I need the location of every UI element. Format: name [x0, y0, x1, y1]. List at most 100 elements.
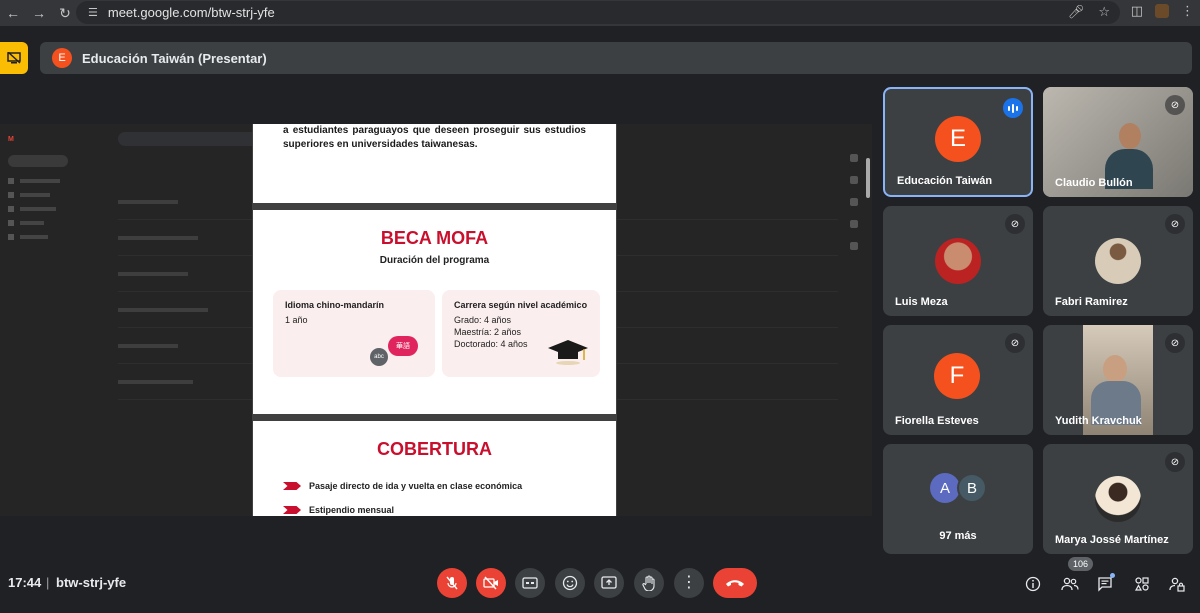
present-off-icon [7, 52, 21, 64]
beca-title: BECA MOFA [380, 228, 489, 248]
shared-screen: M a estudiantes paraguayos que deseen pr… [0, 124, 872, 516]
microphone-icon[interactable]: 🎤︎ [1068, 4, 1085, 20]
gmail-sidebar: M [8, 132, 108, 244]
participant-tile-marya[interactable]: ⊘ Marya Jossé Martínez [1043, 444, 1193, 554]
people-count-badge: 106 [1068, 557, 1094, 571]
cobertura-bullet-2: Estipendio mensual [283, 505, 394, 515]
participant-name: Claudio Bullón [1055, 177, 1133, 189]
mic-off-icon: ⊘ [1005, 214, 1025, 234]
participant-tile-fabri[interactable]: ⊘ Fabri Ramirez [1043, 206, 1193, 316]
mic-off-icon [446, 576, 458, 590]
raise-hand-button[interactable] [634, 568, 664, 598]
presenter-title: Educación Taiwán (Presentar) [82, 50, 267, 66]
participant-tile-luis[interactable]: ⊘ Luis Meza [883, 206, 1033, 316]
camera-toggle-button[interactable] [476, 568, 506, 598]
meeting-clock: 17:44 [8, 575, 42, 590]
meet-control-bar: 17:44 | btw-strj-yfe ⋮ 106 [0, 557, 1200, 613]
presenter-avatar: E [52, 48, 72, 68]
card-carrera-maestria: Maestría: 2 años [454, 327, 522, 337]
forward-arrow-icon[interactable]: → [26, 0, 52, 26]
mic-off-icon: ⊘ [1165, 333, 1185, 353]
camera-off-icon [483, 576, 498, 590]
participant-photo [1095, 238, 1141, 284]
card-idioma: Idioma chino-mandarín 1 año 華語 abc [273, 290, 435, 377]
url-text: meet.google.com/btw-strj-yfe [107, 5, 275, 20]
captions-button[interactable] [515, 568, 545, 598]
end-call-icon [726, 580, 744, 587]
participant-name: Yudith Kravchuk [1055, 415, 1142, 427]
mic-off-icon: ⊘ [1165, 214, 1185, 234]
participant-tile-claudio[interactable]: ⊘ Claudio Bullón [1043, 87, 1193, 197]
participant-name: Marya Jossé Martínez [1055, 534, 1169, 546]
raise-hand-icon [642, 575, 655, 591]
red-arrow-icon [283, 506, 301, 514]
more-avatar-b: B [957, 473, 987, 503]
slide-document: a estudiantes paraguayos que deseen pros… [252, 124, 617, 516]
beca-subtitle: Duración del programa [379, 255, 490, 266]
intro-paragraph: a estudiantes paraguayos que deseen pros… [283, 125, 586, 150]
browser-toolbar: ← → ↻ ☰ meet.google.com/btw-strj-yfe 🎤︎ … [0, 0, 1200, 26]
mic-off-icon: ⊘ [1005, 333, 1025, 353]
more-avatar-a: A [930, 473, 960, 503]
leave-call-button[interactable] [713, 568, 757, 598]
card-idioma-duration: 1 año [285, 315, 308, 325]
slide-beca-mofa: BECA MOFA Duración del programa Idioma c… [253, 210, 616, 414]
side-panel-icon[interactable]: ◫ [1131, 3, 1143, 19]
meeting-details-button[interactable] [1022, 573, 1044, 595]
more-participants-label: 97 más [939, 530, 977, 542]
cobertura-bullet-1: Pasaje directo de ida y vuelta en clase … [283, 481, 522, 491]
host-controls-button[interactable] [1166, 573, 1188, 595]
participant-tile-fiorella[interactable]: F ⊘ Fiorella Esteves [883, 325, 1033, 435]
back-arrow-icon[interactable]: ← [0, 0, 26, 26]
bullet-text-1: Pasaje directo de ida y vuelta en clase … [309, 481, 523, 491]
divider: | [46, 575, 50, 590]
people-button[interactable] [1059, 573, 1081, 595]
activities-icon [1134, 577, 1149, 591]
card-carrera-title: Carrera según nivel académico [454, 300, 588, 310]
meeting-code: btw-strj-yfe [56, 575, 127, 590]
slide-cobertura: COBERTURA Pasaje directo de ida y vuelta… [253, 421, 616, 516]
stop-presenting-button[interactable] [0, 42, 28, 74]
graduation-cap-icon [548, 340, 588, 365]
chat-button[interactable] [1094, 573, 1116, 595]
participant-name: Fabri Ramirez [1055, 296, 1128, 308]
red-arrow-icon [283, 482, 301, 490]
address-bar[interactable]: ☰ meet.google.com/btw-strj-yfe 🎤︎ ☆ [76, 1, 1120, 24]
participant-photo [935, 238, 981, 284]
card-idioma-title: Idioma chino-mandarín [285, 300, 385, 310]
chat-icon [1098, 577, 1112, 592]
mic-off-icon: ⊘ [1165, 95, 1185, 115]
card-carrera-grado: Grado: 4 años [454, 315, 512, 325]
bullet-text-2: Estipendio mensual [309, 505, 395, 515]
present-now-button[interactable] [594, 568, 624, 598]
more-options-button[interactable]: ⋮ [674, 568, 704, 598]
reactions-button[interactable] [555, 568, 585, 598]
extension-icon[interactable] [1155, 4, 1169, 18]
card-carrera: Carrera según nivel académico Grado: 4 a… [442, 290, 600, 377]
info-icon [1025, 576, 1041, 592]
mic-off-icon: ⊘ [1165, 452, 1185, 472]
captions-icon [522, 577, 538, 589]
gmail-right-rail [850, 154, 864, 250]
menu-kebab-icon[interactable]: ⋮ [1181, 3, 1194, 19]
bookmark-star-icon[interactable]: ☆ [1098, 4, 1110, 20]
emoji-icon [562, 575, 578, 591]
site-info-icon[interactable]: ☰ [88, 6, 98, 19]
lock-person-icon [1169, 577, 1185, 592]
participant-name: Educación Taiwán [897, 175, 993, 187]
shared-scrollbar [866, 158, 870, 198]
cobertura-title: COBERTURA [377, 439, 492, 459]
activities-button[interactable] [1131, 573, 1153, 595]
present-icon [601, 576, 617, 589]
slide-intro: a estudiantes paraguayos que deseen pros… [253, 124, 616, 203]
participant-avatar: E [935, 116, 981, 162]
presenter-banner[interactable]: E Educación Taiwán (Presentar) [40, 42, 1192, 74]
person-silhouette [1105, 123, 1153, 189]
participant-name: Fiorella Esteves [895, 415, 979, 427]
participant-tile-more[interactable]: A B 97 más [883, 444, 1033, 554]
participant-tile-yudith[interactable]: ⊘ Yudith Kravchuk [1043, 325, 1193, 435]
reload-icon[interactable]: ↻ [52, 0, 78, 26]
chat-notification-dot [1110, 573, 1115, 578]
participant-tile-educacion[interactable]: E Educación Taiwán [883, 87, 1033, 197]
mic-toggle-button[interactable] [437, 568, 467, 598]
